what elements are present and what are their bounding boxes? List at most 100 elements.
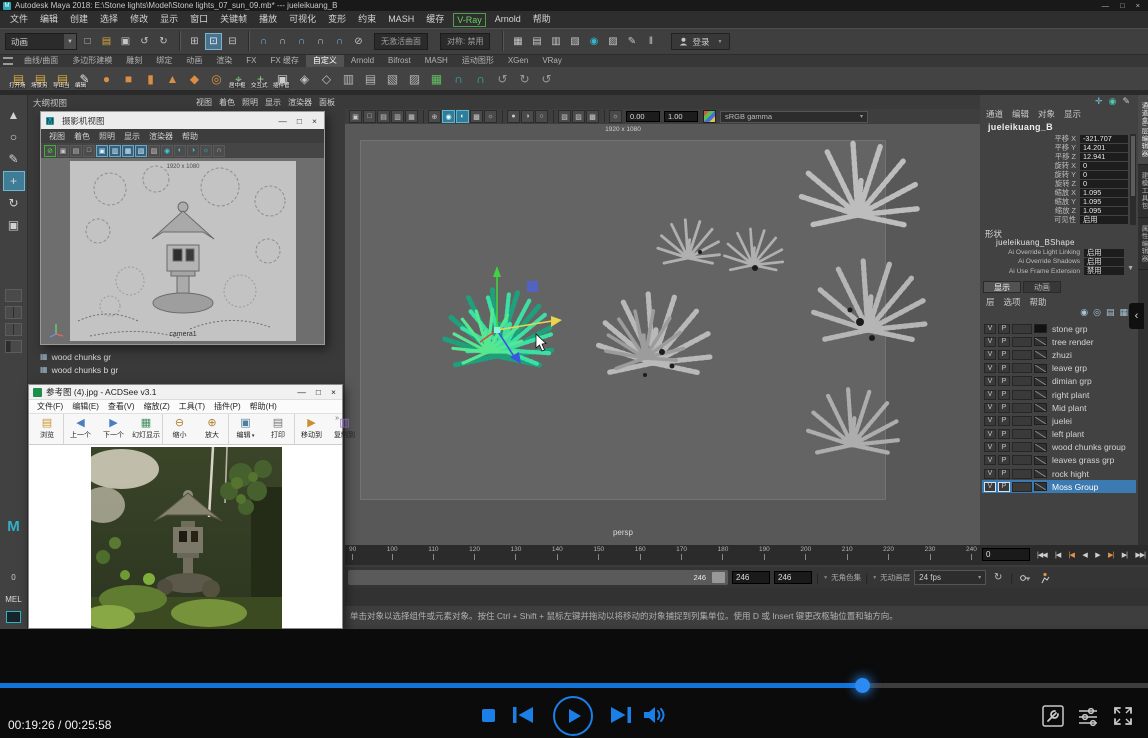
menu-item[interactable]: 窗口 [184,11,214,28]
ipr-render-icon[interactable]: ▥ [547,33,564,50]
minimize-button[interactable]: — [278,116,287,126]
camera-window-titlebar[interactable]: M 摄影机视图 — □ × [41,112,324,129]
select-hierarchy-icon[interactable]: ⊞ [186,33,203,50]
camera-window-menu[interactable]: 帮助 [178,131,202,142]
video-progress-handle[interactable] [855,678,870,693]
menu-item[interactable]: 约束 [352,11,382,28]
layer-editor-menu[interactable]: 选项 [1004,296,1021,308]
safe-title-icon[interactable]: ▨ [148,145,160,157]
close-button[interactable]: × [1136,1,1140,10]
menu-item[interactable]: 缓存 [420,11,450,28]
menu-item[interactable]: 文件 [4,11,34,28]
channel-value-field[interactable]: 1.095 [1080,189,1128,197]
channel-value-field[interactable]: 0 [1080,180,1128,188]
video-progress-track[interactable] [0,683,1148,688]
previous-frame-button[interactable]: |◀ [1069,551,1074,559]
undo-icon[interactable]: ↺ [136,33,153,50]
channel-value-field[interactable]: 启用 [1080,216,1128,224]
zoom-out-button[interactable]: ⊖缩小 [163,414,196,444]
wireframe-icon[interactable]: ◉ [161,145,173,157]
shelf-rotate-c[interactable]: ↺ [536,68,557,89]
layer-playback-toggle[interactable]: P [998,363,1010,373]
use-lights-icon[interactable]: ☼ [200,145,212,157]
shelf-poly-sphere[interactable]: ● [96,68,117,89]
fps-dropdown[interactable]: 24 fps▾ [914,570,986,585]
layer-mode-box[interactable] [1012,429,1032,439]
play-backward-button[interactable]: ◀ [1082,551,1086,559]
menu-item[interactable]: Arnold [489,11,527,28]
snap-grid-icon[interactable]: ∩ [255,33,272,50]
manipulator-icon[interactable]: ✛ [1095,96,1103,107]
camera-window-menu[interactable]: 渲染器 [145,131,177,142]
shelf-rotate-b[interactable]: ↻ [514,68,535,89]
shelf-poly-plane[interactable]: ◆ [184,68,205,89]
smooth-shade-icon[interactable]: ◐ [456,110,469,123]
layer-color-swatch[interactable] [1034,469,1047,478]
layer-playback-toggle[interactable]: P [998,324,1010,334]
menu-item[interactable]: 关键帧 [214,11,253,28]
layer-visibility-toggle[interactable]: V [984,416,996,426]
layer-playback-toggle[interactable]: P [998,337,1010,347]
play-button[interactable] [553,696,593,736]
shelf-menu-icon[interactable] [3,57,13,65]
copy-to-button[interactable]: ▥复制到 [328,414,361,444]
layer-mode-box[interactable] [1012,442,1032,452]
color-management-icon[interactable] [703,110,716,123]
collapse-panel-button[interactable]: ‹ [1129,303,1144,329]
shelf-tab[interactable]: FX 缓存 [263,55,305,67]
edit-mode-icon[interactable]: ✎ [1122,96,1130,107]
layer-mode-box[interactable] [1012,403,1032,413]
menu-item[interactable]: 帮助 [527,11,557,28]
shelf-tab[interactable]: 雕刻 [119,55,149,67]
shelf-export-current[interactable]: ▤导出当 [52,68,73,89]
snap-center-icon[interactable]: ∩ [312,33,329,50]
color-space-dropdown[interactable]: sRGB gamma▾ [720,111,868,123]
shelf-tab[interactable]: 曲线/曲面 [17,55,65,67]
shelf-interactive-snap[interactable]: +交互式 [250,68,271,89]
layer-mode-box[interactable] [1012,455,1032,465]
menu-item[interactable]: MASH [382,11,420,28]
move-to-button[interactable]: ▶移动到 [295,414,328,444]
symmetry-field[interactable]: 对称: 禁用 [440,33,490,50]
layer-playback-toggle[interactable]: P [998,376,1010,386]
layer-visibility-toggle[interactable]: V [984,390,996,400]
move-layer-icon[interactable]: ◎ [1093,307,1101,318]
playback-end-field[interactable]: 246 [732,571,770,584]
lasso-tool[interactable]: ○ [3,127,25,147]
menu-item[interactable]: 创建 [64,11,94,28]
sign-in-dropdown[interactable]: 登录▼ [671,33,730,50]
resolution-gate-icon[interactable]: ▣ [96,145,108,157]
channel-value-field[interactable]: 启用 [1084,249,1124,257]
layer-playback-toggle[interactable]: P [998,442,1010,452]
layer-editor-menu[interactable]: 帮助 [1030,296,1047,308]
safe-action-icon[interactable]: ▧ [135,145,147,157]
snap-curve-icon[interactable]: ∩ [274,33,291,50]
next-button[interactable]: ▶下一个 [97,414,130,444]
layer-mode-box[interactable] [1012,337,1032,347]
auto-keyframe-icon[interactable] [1017,570,1033,586]
motion-blur-icon[interactable]: ○ [535,110,548,123]
new-scene-icon[interactable]: □ [79,33,96,50]
render-current-frame-icon[interactable]: ▤ [528,33,545,50]
slideshow-button[interactable]: ▦幻灯显示 [130,414,163,444]
menu-item[interactable]: 变形 [322,11,352,28]
Moss Group[interactable]: V P Moss Group [982,480,1136,493]
panel-menu-item[interactable]: 着色 [216,97,238,108]
maximize-button[interactable]: □ [297,116,302,126]
play-forward-button[interactable]: ▶ [1095,551,1099,559]
layer-playback-toggle[interactable]: P [998,482,1010,492]
leaves grass grp[interactable]: V P leaves grass grp [982,454,1136,467]
layer-mode-box[interactable] [1012,469,1032,479]
layer-playback-toggle[interactable]: P [998,416,1010,426]
settings-sliders-icon[interactable] [1077,705,1099,727]
wood chunks gr[interactable]: ▦wood chunks gr [28,350,345,363]
shelf-checker[interactable]: ▦ [426,68,447,89]
edit-button[interactable]: ▣编辑 [229,414,262,444]
make-live-icon[interactable]: ⊘ [350,33,367,50]
mel-label[interactable]: MEL [0,595,27,604]
channel-value-field[interactable]: 14.201 [1080,144,1128,152]
channel-value-field[interactable]: 禁用 [1084,267,1124,275]
channel-value-field[interactable]: -321.707 [1080,135,1128,143]
panel-menu-item[interactable]: 照明 [239,97,261,108]
exposure-field[interactable]: 0.00 [626,111,660,122]
